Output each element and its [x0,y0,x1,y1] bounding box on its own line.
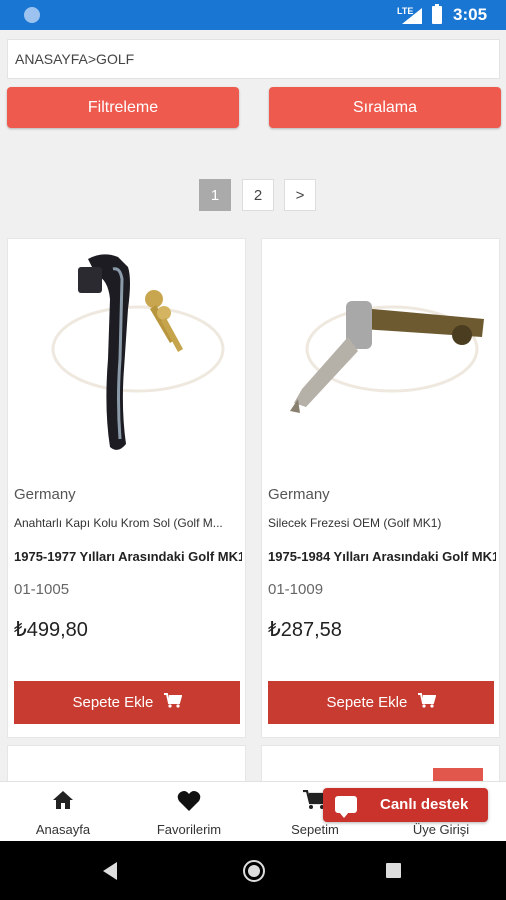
signal-icon [402,8,422,24]
heart-icon [177,790,201,817]
sort-button[interactable]: Sıralama [269,87,501,128]
product-price: ₺287,58 [268,619,342,641]
wiper-spindle-image[interactable] [262,239,499,464]
cart-icon [417,682,436,725]
nav-cart-label: Sepetim [291,822,339,837]
back-icon[interactable] [103,862,117,880]
cart-icon [163,682,182,725]
page-2-button[interactable]: 2 [242,179,274,211]
nav-home[interactable]: Anasayfa [0,782,126,842]
add-to-cart-label: Sepete Ekle [72,694,154,711]
live-chat-button[interactable]: Canlı destek [323,788,488,822]
product-description: 1975-1977 Yılları Arasındaki Golf MK1 Mo… [14,549,242,564]
home-button-icon[interactable] [243,860,265,882]
product-card[interactable]: Germany Anahtarlı Kapı Kolu Krom Sol (Go… [7,238,246,738]
add-to-cart-button[interactable]: Sepete Ekle [268,681,494,724]
battery-icon [432,4,442,24]
clock: 3:05 [453,5,488,24]
product-name[interactable]: Silecek Frezesi OEM (Golf MK1) [268,516,496,530]
product-card[interactable]: Germany Silecek Frezesi OEM (Golf MK1) 1… [261,238,500,738]
notification-dot-icon [24,7,40,23]
system-navigation-bar [0,841,506,900]
product-brand: Germany [14,486,76,503]
page-1-button[interactable]: 1 [199,179,231,211]
door-handle-image[interactable] [8,239,245,464]
add-to-cart-label: Sepete Ekle [326,694,408,711]
nav-favorites[interactable]: Favorilerim [126,782,252,842]
product-description: 1975-1984 Yılları Arasındaki Golf MK1 Mo… [268,549,496,564]
product-code: 01-1005 [14,581,70,598]
recent-apps-icon[interactable] [386,863,401,878]
live-chat-label: Canlı destek [380,796,469,813]
filter-button[interactable]: Filtreleme [7,87,239,128]
next-page-button[interactable]: > [284,179,316,211]
product-brand: Germany [268,486,330,503]
status-bar: LTE 3:05 [0,0,506,30]
product-code: 01-1009 [268,581,324,598]
nav-favorites-label: Favorilerim [156,822,222,837]
product-price: ₺499,80 [14,619,88,641]
add-to-cart-button[interactable]: Sepete Ekle [14,681,240,724]
nav-login-label: Üye Girişi [412,822,470,837]
chat-bubble-icon [335,796,357,818]
nav-home-label: Anasayfa [35,822,91,837]
breadcrumb[interactable]: ANASAYFA>GOLF [7,39,500,79]
product-name[interactable]: Anahtarlı Kapı Kolu Krom Sol (Golf M... [14,516,242,530]
home-icon [52,790,74,815]
